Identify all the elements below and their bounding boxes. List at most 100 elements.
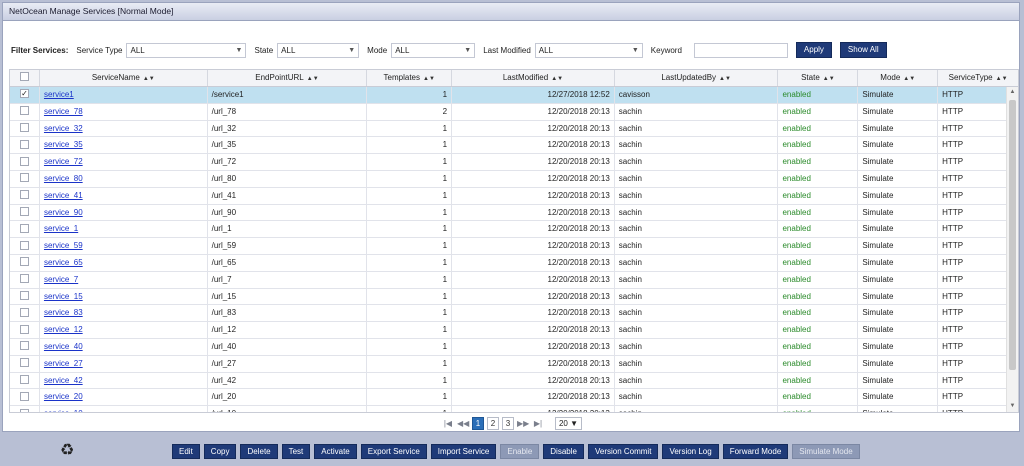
row-checkbox-cell[interactable] <box>10 271 40 288</box>
service-name-link[interactable]: service1 <box>44 90 74 99</box>
import-service-button[interactable]: Import Service <box>430 444 497 459</box>
row-checkbox[interactable] <box>19 307 29 317</box>
table-row[interactable]: service_20/url_20 1 12/20/2018 20:13 sachin… <box>10 389 1018 407</box>
service-name-link[interactable]: service_83 <box>44 308 83 317</box>
table-row[interactable]: service_35/url_35 1 12/20/2018 20:13 sachin… <box>10 137 1018 155</box>
row-checkbox[interactable] <box>19 240 29 250</box>
row-checkbox[interactable] <box>19 156 29 166</box>
row-checkbox-cell[interactable] <box>10 187 40 204</box>
page-3-button[interactable]: 3 <box>501 416 514 430</box>
service-name-link[interactable]: service_27 <box>44 359 83 368</box>
apply-button[interactable]: Apply <box>795 42 832 58</box>
row-checkbox-cell[interactable] <box>10 204 40 221</box>
version-log-button[interactable]: Version Log <box>662 444 719 459</box>
scrollbar-thumb[interactable] <box>1009 100 1016 370</box>
row-checkbox[interactable] <box>19 290 29 300</box>
row-checkbox-cell[interactable] <box>10 221 40 238</box>
row-checkbox[interactable] <box>19 173 29 183</box>
row-checkbox-cell[interactable] <box>10 322 40 338</box>
row-checkbox-cell[interactable] <box>10 154 40 170</box>
table-row[interactable]: ✓ service1/service1 1 12/27/2018 12:52 cavis… <box>10 87 1018 104</box>
last-page-icon[interactable]: ▶| <box>532 419 544 428</box>
service-name-link[interactable]: service_78 <box>44 107 83 116</box>
service-name-link[interactable]: service_42 <box>44 376 83 385</box>
service-name-link[interactable]: service_80 <box>44 174 83 183</box>
disable-button[interactable]: Disable <box>543 444 584 459</box>
edit-button[interactable]: Edit <box>172 444 200 459</box>
col-header-templates[interactable]: Templates ▲▼ <box>367 70 453 86</box>
row-checkbox-cell[interactable] <box>10 389 40 406</box>
recycle-bin-icon[interactable]: ♻ <box>60 440 74 460</box>
table-row[interactable]: service_12/url_12 1 12/20/2018 20:13 sachin… <box>10 322 1018 339</box>
table-row[interactable]: service_41/url_41 1 12/20/2018 20:13 sachin… <box>10 187 1018 205</box>
row-checkbox[interactable] <box>19 374 29 384</box>
col-header-mode[interactable]: Mode ▲▼ <box>858 70 939 86</box>
table-row[interactable]: service_90/url_90 1 12/20/2018 20:13 sachin… <box>10 204 1018 222</box>
col-header-servicename[interactable]: ServiceName ▲▼ <box>40 70 208 86</box>
service-name-link[interactable]: service_15 <box>44 292 83 301</box>
row-checkbox[interactable]: ✓ <box>19 89 29 99</box>
export-service-button[interactable]: Export Service <box>360 444 427 459</box>
row-checkbox-cell[interactable] <box>10 120 40 137</box>
show-all-button[interactable]: Show All <box>839 42 887 58</box>
vertical-scrollbar[interactable]: ▲ ▼ <box>1006 87 1018 412</box>
service-name-link[interactable]: service_40 <box>44 342 83 351</box>
table-row[interactable]: service_7/url_7 1 12/20/2018 20:13 sachin en… <box>10 271 1018 289</box>
table-row[interactable]: service_80/url_80 1 12/20/2018 20:13 sachin… <box>10 170 1018 188</box>
test-button[interactable]: Test <box>281 444 311 459</box>
row-checkbox[interactable] <box>19 358 29 368</box>
table-row[interactable]: service_78/url_78 2 12/20/2018 20:13 sachin… <box>10 103 1018 121</box>
row-checkbox-cell[interactable] <box>10 355 40 372</box>
table-row[interactable]: service_32/url_32 1 12/20/2018 20:13 sachin… <box>10 120 1018 138</box>
page-2-button[interactable]: 2 <box>486 416 499 430</box>
col-header-servicetype[interactable]: ServiceType ▲▼ <box>938 70 1018 86</box>
row-checkbox-cell[interactable] <box>10 137 40 154</box>
next-page-icon[interactable]: ▶▶ <box>517 419 529 428</box>
col-header-lastupdatedby[interactable]: LastUpdatedBy ▲▼ <box>615 70 779 86</box>
row-checkbox[interactable] <box>19 190 29 200</box>
table-row[interactable]: service_10/url_10112/20/2018 20:13sachin… <box>10 406 1018 412</box>
table-row[interactable]: service_72/url_72 1 12/20/2018 20:13 sachin… <box>10 154 1018 171</box>
row-checkbox-cell[interactable] <box>10 372 40 389</box>
delete-button[interactable]: Delete <box>240 444 278 459</box>
mode-select[interactable]: ALL ▼ <box>391 42 476 58</box>
row-checkbox[interactable] <box>19 341 29 351</box>
row-checkbox[interactable] <box>19 257 29 267</box>
scroll-down-icon[interactable]: ▼ <box>1007 401 1018 412</box>
activate-button[interactable]: Activate <box>314 444 357 459</box>
row-checkbox-cell[interactable] <box>10 288 40 305</box>
service-name-link[interactable]: service_1 <box>44 224 78 233</box>
copy-button[interactable]: Copy <box>203 444 237 459</box>
state-select[interactable]: ALL ▼ <box>277 42 360 58</box>
col-header-endpointurl[interactable]: EndPointURL ▲▼ <box>208 70 368 86</box>
service-name-link[interactable]: service_20 <box>44 392 83 401</box>
service-name-link[interactable]: service_12 <box>44 325 83 334</box>
table-row[interactable]: service_1/url_1 1 12/20/2018 20:13 sachin en… <box>10 221 1018 239</box>
row-checkbox-cell[interactable] <box>10 338 40 355</box>
service-name-link[interactable]: service_10 <box>44 409 83 412</box>
service-name-link[interactable]: service_32 <box>44 124 83 133</box>
row-checkbox-cell[interactable] <box>10 305 40 322</box>
row-checkbox[interactable] <box>19 122 29 132</box>
page-1-button[interactable]: 1 <box>471 416 484 430</box>
rows-per-page-select[interactable]: 20 ▼ <box>554 416 583 430</box>
keyword-input[interactable] <box>693 42 788 58</box>
row-checkbox[interactable] <box>19 223 29 233</box>
row-checkbox[interactable] <box>19 324 29 334</box>
table-row[interactable]: service_42/url_42 1 12/20/2018 20:13 sachin… <box>10 372 1018 390</box>
table-row[interactable]: service_15/url_15 1 12/20/2018 20:13 sachin… <box>10 288 1018 306</box>
row-checkbox[interactable] <box>19 106 29 116</box>
row-checkbox[interactable] <box>19 139 29 149</box>
version-commit-button[interactable]: Version Commit <box>587 444 659 459</box>
service-type-select[interactable]: ALL ▼ <box>126 42 247 58</box>
col-header-lastmodified[interactable]: LastModified ▲▼ <box>452 70 615 86</box>
row-checkbox[interactable] <box>19 391 29 401</box>
service-name-link[interactable]: service_65 <box>44 258 83 267</box>
row-checkbox-cell[interactable] <box>10 406 40 412</box>
row-checkbox[interactable] <box>19 408 29 412</box>
table-row[interactable]: service_40/url_40 1 12/20/2018 20:13 sachin… <box>10 338 1018 356</box>
row-checkbox[interactable] <box>19 206 29 216</box>
table-row[interactable]: service_65/url_65 1 12/20/2018 20:13 sachin… <box>10 254 1018 272</box>
col-header-state[interactable]: State ▲▼ <box>778 70 859 86</box>
prev-page-icon[interactable]: ◀◀ <box>457 419 469 428</box>
